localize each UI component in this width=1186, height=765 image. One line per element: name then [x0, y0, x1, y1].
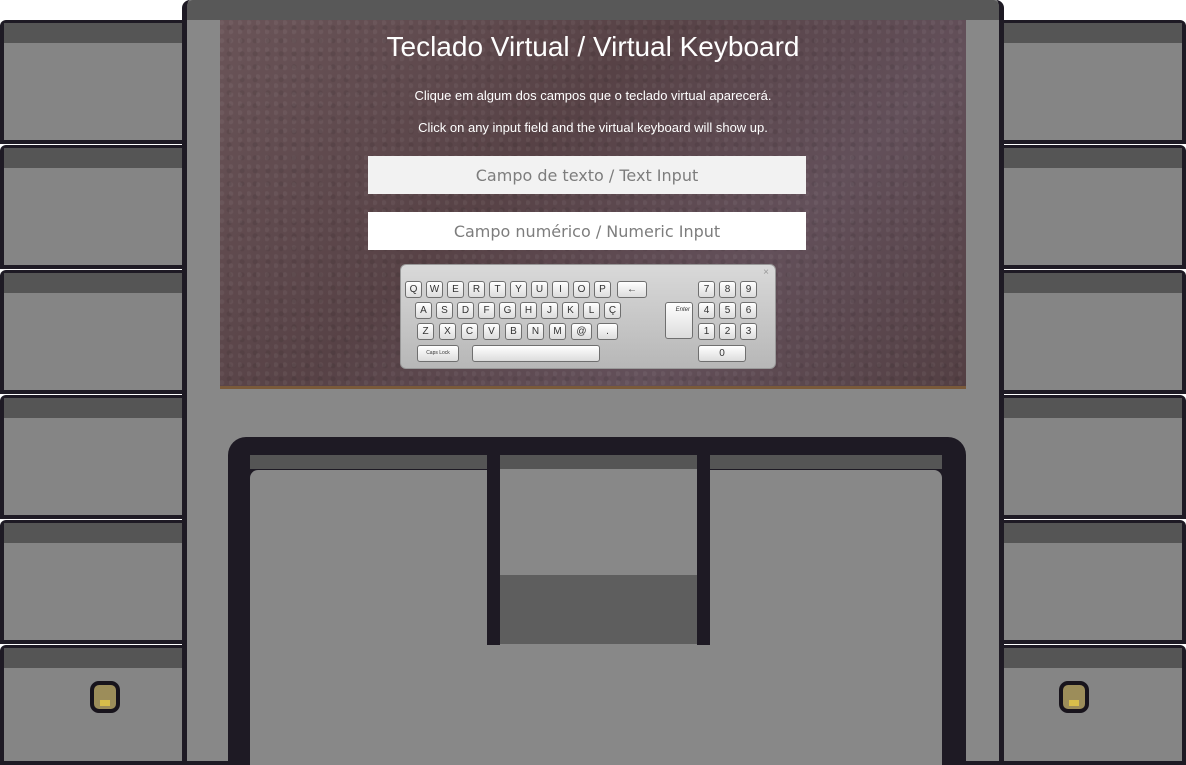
key-t[interactable]: T: [489, 281, 506, 298]
numpad-key-6[interactable]: 6: [740, 302, 757, 319]
key-y[interactable]: Y: [510, 281, 527, 298]
cabinet-top-bar: [187, 0, 999, 20]
numpad-key-2[interactable]: 2: [719, 323, 736, 340]
numeric-input[interactable]: [368, 212, 806, 250]
key-n[interactable]: N: [527, 323, 544, 340]
right-locker-2: [1002, 145, 1186, 269]
left-locker-column: [0, 20, 184, 765]
left-locker-5: [0, 520, 184, 644]
close-icon[interactable]: ×: [763, 267, 769, 278]
key-at[interactable]: @: [571, 323, 592, 340]
right-locker-5: [1002, 520, 1186, 644]
key-h[interactable]: H: [520, 302, 537, 319]
key-v[interactable]: V: [483, 323, 500, 340]
key-g[interactable]: G: [499, 302, 516, 319]
key-l[interactable]: L: [583, 302, 600, 319]
cabinet-knob-icon: [1059, 681, 1089, 713]
numpad-key-7[interactable]: 7: [698, 281, 715, 298]
cabinet-knob-icon: [90, 681, 120, 713]
key-j[interactable]: J: [541, 302, 558, 319]
key-p[interactable]: P: [594, 281, 611, 298]
numpad-key-5[interactable]: 5: [719, 302, 736, 319]
key-c-cedilla[interactable]: Ç: [604, 302, 621, 319]
space-key[interactable]: [472, 345, 600, 362]
numpad-key-8[interactable]: 8: [719, 281, 736, 298]
key-period[interactable]: .: [597, 323, 618, 340]
numpad-key-0[interactable]: 0: [698, 345, 746, 362]
right-locker-6: [1002, 645, 1186, 765]
key-a[interactable]: A: [415, 302, 432, 319]
key-e[interactable]: E: [447, 281, 464, 298]
key-r[interactable]: R: [468, 281, 485, 298]
key-z[interactable]: Z: [417, 323, 434, 340]
enter-key[interactable]: Enter: [665, 302, 693, 339]
key-u[interactable]: U: [531, 281, 548, 298]
slot-top-bar: [500, 455, 697, 469]
key-k[interactable]: K: [562, 302, 579, 319]
virtual-keyboard: × Q W E R T Y U I O P ← A S D F G H J K …: [400, 264, 776, 369]
right-locker-1: [1002, 20, 1186, 144]
page-title: Teclado Virtual / Virtual Keyboard: [386, 31, 800, 62]
left-locker-2: [0, 145, 184, 269]
left-locker-1: [0, 20, 184, 144]
right-locker-3: [1002, 270, 1186, 394]
numpad-key-3[interactable]: 3: [740, 323, 757, 340]
key-q[interactable]: Q: [405, 281, 422, 298]
left-locker-6: [0, 645, 184, 765]
screen-panel: Teclado Virtual / Virtual Keyboard Cliqu…: [220, 20, 966, 389]
key-o[interactable]: O: [573, 281, 590, 298]
key-s[interactable]: S: [436, 302, 453, 319]
key-d[interactable]: D: [457, 302, 474, 319]
numpad-key-1[interactable]: 1: [698, 323, 715, 340]
numpad-key-9[interactable]: 9: [740, 281, 757, 298]
instruction-text-en: Click on any input field and the virtual…: [418, 120, 768, 135]
key-w[interactable]: W: [426, 281, 443, 298]
slot-shadow: [500, 575, 697, 644]
key-x[interactable]: X: [439, 323, 456, 340]
slot-post-left: [487, 455, 500, 645]
numpad-key-4[interactable]: 4: [698, 302, 715, 319]
key-b[interactable]: B: [505, 323, 522, 340]
right-locker-4: [1002, 395, 1186, 519]
slot-post-right: [697, 455, 710, 645]
key-c[interactable]: C: [461, 323, 478, 340]
backspace-key[interactable]: ←: [617, 281, 647, 298]
right-locker-column: [1002, 20, 1186, 765]
left-locker-4: [0, 395, 184, 519]
backspace-arrow-icon: ←: [627, 284, 637, 295]
text-input[interactable]: [368, 156, 806, 194]
key-m[interactable]: M: [549, 323, 566, 340]
left-locker-3: [0, 270, 184, 394]
key-f[interactable]: F: [478, 302, 495, 319]
caps-lock-key[interactable]: Caps Lock: [417, 345, 459, 362]
key-i[interactable]: I: [552, 281, 569, 298]
instruction-text-pt: Clique em algum dos campos que o teclado…: [414, 88, 772, 103]
